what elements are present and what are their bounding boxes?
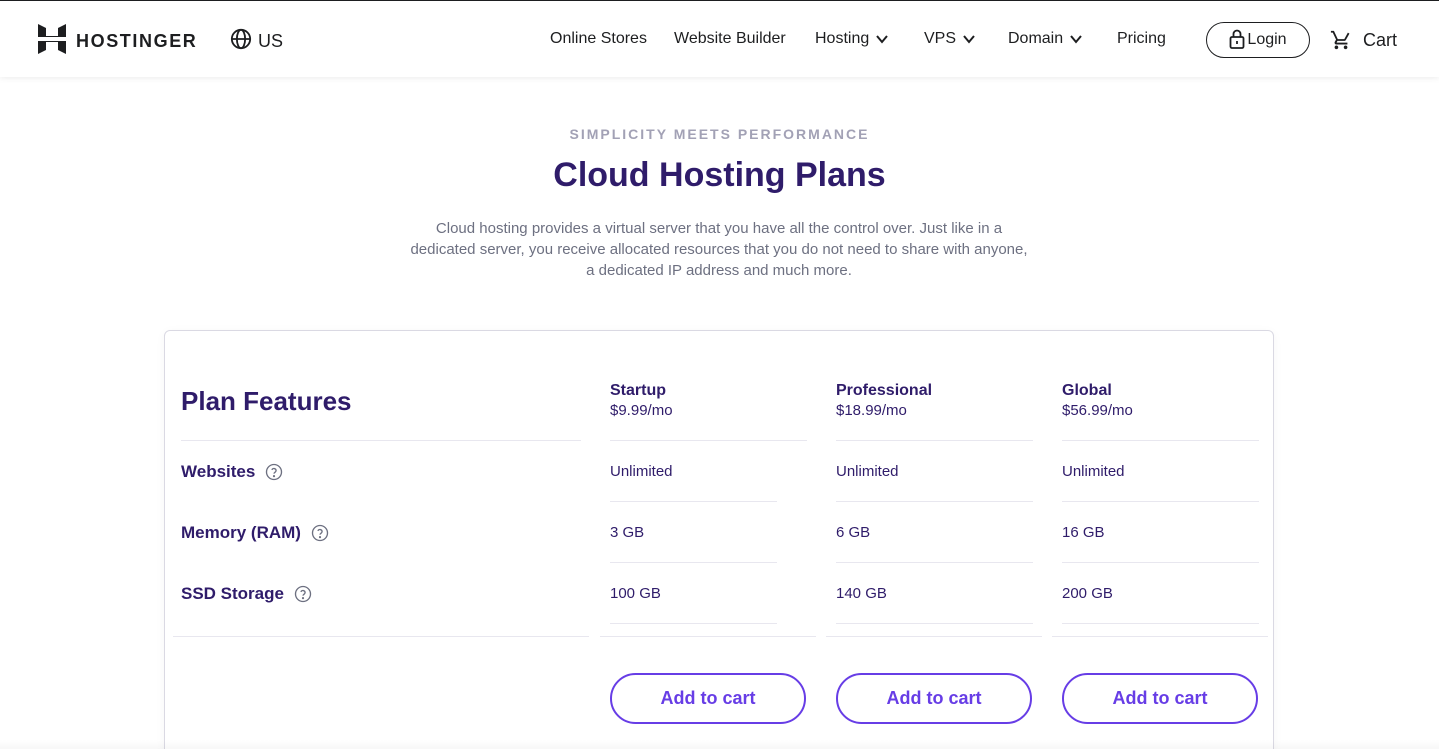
nav-label: Online Stores [550, 30, 647, 47]
login-label: Login [1247, 31, 1287, 48]
divider [1062, 562, 1259, 563]
add-to-cart-professional-button[interactable]: Add to cart [836, 673, 1032, 724]
plan-header-global: Global $56.99/mo [1062, 381, 1258, 421]
section-eyebrow: SIMPLICITY MEETS PERFORMANCE [569, 126, 870, 142]
plan-name: Professional [836, 382, 933, 399]
lock-icon [1230, 29, 1245, 49]
cell-value: Unlimited [836, 463, 899, 480]
add-to-cart-global-button[interactable]: Add to cart [1062, 673, 1258, 724]
nav-website-builder[interactable]: Website Builder [674, 30, 786, 48]
locale-label: US [258, 31, 284, 51]
nav-label: VPS [924, 30, 957, 47]
feature-label: Memory (RAM) [181, 523, 301, 542]
divider [1052, 636, 1268, 637]
nav-pricing[interactable]: Pricing [1117, 30, 1166, 48]
divider [610, 440, 807, 441]
divider [600, 636, 816, 637]
nav-label: Domain [1008, 30, 1064, 47]
divider [610, 562, 777, 563]
help-circle-icon[interactable] [311, 524, 329, 542]
row-label-websites: Websites [181, 462, 283, 482]
nav-label: Pricing [1117, 30, 1166, 47]
plan-price: $18.99/mo [836, 402, 907, 419]
locale-selector[interactable]: US [230, 28, 283, 55]
plan-price: $56.99/mo [1062, 402, 1133, 419]
feature-label: Websites [181, 462, 256, 481]
divider [1062, 440, 1259, 441]
help-circle-icon[interactable] [294, 585, 312, 603]
plan-header-professional: Professional $18.99/mo [836, 381, 1032, 421]
cell-value: 6 GB [836, 524, 871, 541]
nav-label: Website Builder [674, 30, 786, 47]
cell-value: Unlimited [610, 463, 673, 480]
chevron-down-icon [876, 35, 889, 44]
site-header: HOSTINGER US Online Stores Website Build… [0, 0, 1439, 77]
divider [610, 501, 777, 502]
cart-icon [1330, 30, 1350, 50]
plan-price: $9.99/mo [610, 402, 673, 419]
feature-label: SSD Storage [181, 584, 284, 603]
cell-value: 200 GB [1062, 585, 1113, 602]
row-label-ssd-storage: SSD Storage [181, 584, 312, 604]
divider [836, 623, 1033, 624]
divider [173, 636, 589, 637]
plan-features-title: Plan Features [181, 386, 352, 416]
cart-link[interactable]: Cart [1330, 29, 1397, 51]
brand-name: HOSTINGER [76, 31, 198, 51]
chevron-down-icon [963, 35, 975, 44]
cart-label: Cart [1363, 29, 1398, 50]
cell-value: 100 GB [610, 585, 661, 602]
chevron-down-icon [1070, 35, 1082, 44]
divider [1062, 501, 1259, 502]
bottom-shadow [0, 740, 1439, 749]
brand-logo[interactable]: HOSTINGER [38, 24, 197, 59]
globe-icon [230, 28, 258, 55]
nav-online-stores[interactable]: Online Stores [550, 30, 647, 48]
plans-comparison-table: Plan Features Startup $9.99/mo Professio… [164, 330, 1274, 749]
row-label-memory: Memory (RAM) [181, 523, 329, 543]
divider [1062, 623, 1259, 624]
divider [836, 440, 1033, 441]
cell-value: 3 GB [610, 524, 645, 541]
divider [610, 623, 777, 624]
divider [836, 562, 1033, 563]
hostinger-logo-icon [38, 24, 66, 59]
nav-hosting[interactable]: Hosting [815, 30, 889, 48]
divider [836, 501, 1033, 502]
divider [826, 636, 1042, 637]
add-to-cart-startup-button[interactable]: Add to cart [610, 673, 806, 724]
divider [181, 440, 581, 441]
login-button[interactable]: Login [1206, 22, 1310, 58]
nav-vps[interactable]: VPS [924, 30, 976, 48]
nav-domain[interactable]: Domain [1008, 30, 1083, 48]
help-circle-icon[interactable] [265, 463, 283, 481]
page-title: Cloud Hosting Plans [553, 156, 886, 194]
plan-name: Startup [610, 382, 666, 399]
cell-value: Unlimited [1062, 463, 1125, 480]
cell-value: 16 GB [1062, 524, 1105, 541]
nav-label: Hosting [815, 30, 870, 47]
section-description: Cloud hosting provides a virtual server … [410, 220, 1028, 279]
plan-name: Global [1062, 382, 1112, 399]
cell-value: 140 GB [836, 585, 887, 602]
plan-header-startup: Startup $9.99/mo [610, 381, 806, 421]
